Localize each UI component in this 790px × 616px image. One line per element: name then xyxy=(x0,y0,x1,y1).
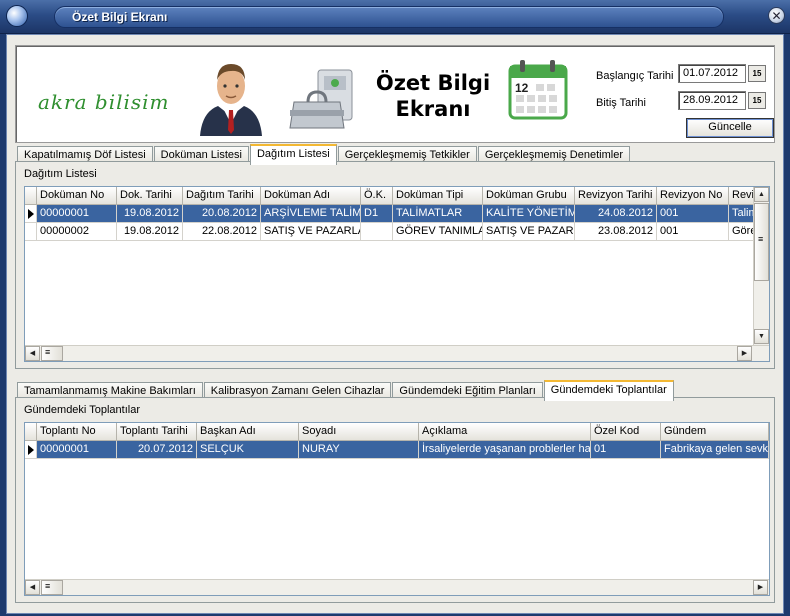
grid-header: Toplantı No Toplantı Tarihi Başkan Adı S… xyxy=(25,423,769,441)
row-indicator-icon xyxy=(25,441,37,459)
column-header[interactable]: Dok. Tarihi xyxy=(117,187,183,205)
window-title: Özet Bilgi Ekranı xyxy=(72,10,168,24)
start-date-input[interactable]: 01.07.2012 xyxy=(678,64,746,83)
calendar-day: 12 xyxy=(515,81,529,95)
column-header[interactable]: Doküman No xyxy=(37,187,117,205)
table-row[interactable]: 00000001 19.08.2012 20.08.2012 ARŞİVLEME… xyxy=(25,205,769,223)
end-date-picker-button[interactable]: 15 xyxy=(748,92,766,109)
column-header[interactable]: Toplantı Tarihi xyxy=(117,423,197,441)
top-tab-panel: Dağıtım Listesi Doküman No Dok. Tarihi D… xyxy=(15,161,775,369)
column-header[interactable]: Açıklama xyxy=(419,423,591,441)
page-title: Özet Bilgi Ekranı xyxy=(375,71,491,121)
bottom-group-label: Gündemdeki Toplantılar xyxy=(24,404,140,416)
column-header[interactable]: Başkan Adı xyxy=(197,423,299,441)
scroll-down-button[interactable]: ▼ xyxy=(754,329,769,344)
calendar-small-icon: 15 xyxy=(752,69,762,78)
window-body: akra bilisim Özet Bilgi Ekranı 12 Başlan… xyxy=(6,34,784,614)
grip-icon: ≡ xyxy=(45,347,51,357)
scroll-thumb[interactable]: ≡ xyxy=(754,203,769,281)
column-header[interactable]: Doküman Grubu xyxy=(483,187,575,205)
start-date-picker-button[interactable]: 15 xyxy=(748,65,766,82)
calendar-icon: 12 xyxy=(508,60,568,120)
grid-header: Doküman No Dok. Tarihi Dağıtım Tarihi Do… xyxy=(25,187,769,205)
close-icon: ✕ xyxy=(771,8,782,23)
column-header[interactable]: Soyadı xyxy=(299,423,419,441)
column-header[interactable]: Toplantı No xyxy=(37,423,117,441)
table-row[interactable]: 00000002 19.08.2012 22.08.2012 SATIŞ VE … xyxy=(25,223,769,241)
update-button[interactable]: Güncelle xyxy=(686,118,774,138)
grip-icon: ≡ xyxy=(758,234,764,244)
scroll-right-button[interactable]: ▶ xyxy=(753,580,768,595)
column-header[interactable]: Revizyon No xyxy=(657,187,729,205)
column-header[interactable]: Ö.K. xyxy=(361,187,393,205)
grip-icon: ≡ xyxy=(45,581,51,591)
scroll-thumb[interactable]: ≡ xyxy=(41,346,63,361)
end-date-label: Bitiş Tarihi xyxy=(596,97,646,109)
distribution-grid[interactable]: Doküman No Dok. Tarihi Dağıtım Tarihi Do… xyxy=(24,186,770,362)
column-header[interactable]: Dağıtım Tarihi xyxy=(183,187,261,205)
start-date-label: Başlangıç Tarihi xyxy=(596,70,674,82)
top-group-label: Dağıtım Listesi xyxy=(24,168,97,180)
scroll-right-button[interactable]: ▶ xyxy=(737,346,752,361)
scroll-left-button[interactable]: ◀ xyxy=(25,346,40,361)
close-button[interactable]: ✕ xyxy=(768,7,785,24)
header-panel: akra bilisim Özet Bilgi Ekranı 12 Başlan… xyxy=(15,45,775,143)
table-row[interactable]: 00000001 20.07.2012 SELÇUK NURAY İrsaliy… xyxy=(25,441,769,459)
tab-dagitim-listesi[interactable]: Dağıtım Listesi xyxy=(249,144,337,165)
column-header[interactable]: Doküman Adı xyxy=(261,187,361,205)
column-header[interactable]: Revizyo xyxy=(729,187,755,205)
row-indicator-icon xyxy=(25,205,37,223)
end-date-input[interactable]: 28.09.2012 xyxy=(678,91,746,110)
horizontal-scrollbar[interactable]: ◀ ≡ ▶ xyxy=(25,579,769,595)
businessman-icon xyxy=(200,64,262,136)
column-header[interactable]: Gündem xyxy=(661,423,769,441)
app-icon[interactable] xyxy=(6,5,28,27)
column-header[interactable]: Revizyon Tarihi xyxy=(575,187,657,205)
scroll-thumb[interactable]: ≡ xyxy=(41,580,63,595)
vertical-scrollbar[interactable]: ▲ ≡ ▼ xyxy=(753,187,769,345)
column-header[interactable]: Doküman Tipi xyxy=(393,187,483,205)
toolbox-icon xyxy=(289,69,353,129)
company-logo: akra bilisim xyxy=(38,90,170,114)
bottom-tab-panel: Gündemdeki Toplantılar Toplantı No Topla… xyxy=(15,397,775,603)
meetings-grid[interactable]: Toplantı No Toplantı Tarihi Başkan Adı S… xyxy=(24,422,770,596)
column-header[interactable]: Özel Kod xyxy=(591,423,661,441)
tab-toplantilar[interactable]: Gündemdeki Toplantılar xyxy=(543,380,674,401)
title-bar[interactable]: Özet Bilgi Ekranı ✕ xyxy=(0,0,790,34)
horizontal-scrollbar[interactable]: ◀ ≡ ▶ xyxy=(25,345,769,361)
calendar-small-icon: 15 xyxy=(752,96,762,105)
scroll-up-button[interactable]: ▲ xyxy=(754,187,769,202)
scroll-left-button[interactable]: ◀ xyxy=(25,580,40,595)
